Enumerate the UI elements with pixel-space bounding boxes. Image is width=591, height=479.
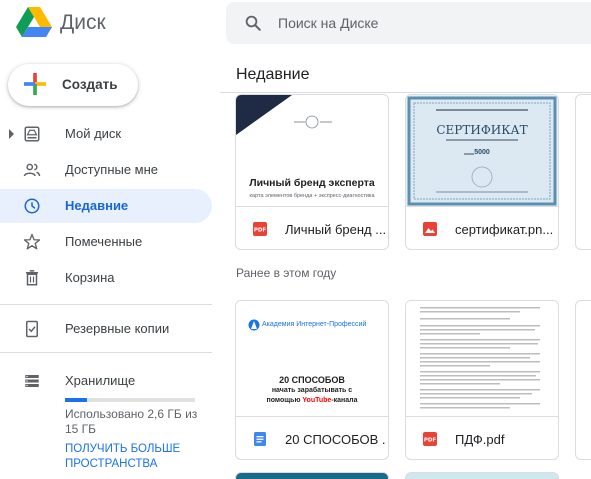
- page-title: Недавние: [236, 66, 310, 83]
- file-card-partial[interactable]: [575, 300, 591, 460]
- thumbnail-subtitle: карта элементов бренда + экспресс-диагно…: [249, 193, 375, 199]
- sidebar-item-my-drive[interactable]: Мой диск: [0, 117, 212, 151]
- get-more-storage-link[interactable]: ПОЛУЧИТЬ БОЛЬШЕ ПРОСТРАНСТВА: [65, 442, 205, 472]
- search-box[interactable]: Поиск на Диске: [226, 2, 591, 44]
- sidebar-item-label: Резервные копии: [65, 321, 170, 336]
- storage-progress-bar: [65, 398, 195, 402]
- search-icon[interactable]: [244, 14, 262, 32]
- storage-icon: [25, 375, 39, 387]
- clock-icon: [24, 198, 40, 214]
- sidebar-item-label: Помеченные: [65, 234, 143, 249]
- academy-brand-text: Академия Интернет-Профессий: [262, 321, 367, 328]
- sidebar-item-label: Хранилище: [65, 373, 136, 388]
- doc-file-icon: [254, 432, 266, 446]
- thumbnail-amount: 5000: [474, 149, 490, 156]
- svg-text:PDF: PDF: [254, 228, 267, 234]
- file-card-20-ways[interactable]: Академия Интернет-Профессий 20 СПОСОБОВ …: [235, 300, 389, 460]
- sidebar-divider: [0, 352, 212, 353]
- trash-icon: [26, 270, 38, 286]
- file-thumbnail[interactable]: Личный бренд эксперта карта элементов бр…: [236, 95, 388, 207]
- app-name[interactable]: Диск: [60, 11, 106, 35]
- file-card-certificate[interactable]: СЕРТИФИКАТ 5000 сертификат.pn...: [405, 94, 559, 250]
- academy-logo-icon: [248, 319, 260, 331]
- file-name: ПДФ.pdf: [455, 432, 505, 447]
- brand-thumbnail-art: [236, 95, 332, 135]
- image-file-icon: [423, 222, 437, 236]
- expand-arrow-icon[interactable]: [9, 129, 14, 139]
- pdf-file-icon: PDF: [253, 222, 267, 236]
- file-name: Личный бренд ...: [285, 222, 385, 237]
- sidebar-item-starred[interactable]: Помеченные: [0, 225, 212, 259]
- drive-icon: [24, 126, 40, 142]
- create-button-label: Создать: [62, 77, 118, 92]
- sidebar-item-label: Доступные мне: [65, 162, 159, 177]
- file-card-pdf[interactable]: PDF ПДФ.pdf: [405, 300, 559, 460]
- sidebar-item-shared[interactable]: Доступные мне: [0, 153, 212, 187]
- backup-icon: [26, 320, 38, 338]
- file-card-partial[interactable]: [235, 472, 389, 479]
- thumbnail-text: -канала: [331, 397, 358, 404]
- section-earlier-this-year: Ранее в этом году: [236, 266, 337, 280]
- sidebar-item-label: Недавние: [65, 198, 129, 213]
- storage-usage-text: Использовано 2,6 ГБ из 15 ГБ: [65, 407, 198, 436]
- file-thumbnail[interactable]: Академия Интернет-Профессий 20 СПОСОБОВ …: [236, 301, 388, 417]
- app-header: Диск Поиск на Диске: [0, 0, 591, 48]
- plus-icon: [24, 73, 46, 95]
- search-input[interactable]: Поиск на Диске: [278, 15, 378, 31]
- google-drive-logo[interactable]: [16, 6, 52, 40]
- storage-progress-fill: [65, 398, 88, 402]
- sidebar-item-label: Корзина: [65, 270, 115, 285]
- text-document-preview: [420, 307, 540, 409]
- youtube-word: YouTube: [302, 397, 332, 404]
- thumbnail-line: начать зарабатывать с: [271, 387, 353, 394]
- file-card-partial[interactable]: [575, 94, 591, 250]
- file-name: сертификат.pn...: [455, 222, 554, 237]
- star-icon: [23, 233, 41, 250]
- thumbnail-title: 20 СПОСОБОВ: [279, 375, 345, 385]
- file-name: 20 СПОСОБОВ ...: [285, 432, 385, 447]
- svg-text:PDF: PDF: [424, 438, 437, 444]
- sidebar-item-trash[interactable]: Корзина: [0, 261, 212, 295]
- shared-people-icon: [23, 163, 41, 177]
- pdf-file-icon: PDF: [423, 432, 437, 446]
- sidebar-item-storage[interactable]: Хранилище: [0, 364, 212, 398]
- thumbnail-text: помощью: [266, 397, 303, 404]
- sidebar-item-recent[interactable]: Недавние: [0, 189, 212, 223]
- file-card-personal-brand[interactable]: Личный бренд эксперта карта элементов бр…: [235, 94, 389, 250]
- thumbnail-title: СЕРТИФИКАТ: [436, 123, 528, 137]
- file-card-partial[interactable]: [405, 472, 559, 479]
- sidebar-divider: [0, 304, 212, 305]
- thumbnail-line: помощью YouTube-канала: [244, 397, 380, 404]
- create-button[interactable]: Создать: [8, 64, 138, 106]
- main-divider: [220, 92, 591, 93]
- thumbnail-title: Личный бренд эксперта: [249, 177, 375, 189]
- sidebar-item-label: Мой диск: [65, 126, 122, 141]
- file-thumbnail[interactable]: [406, 301, 558, 417]
- sidebar-item-backups[interactable]: Резервные копии: [0, 312, 212, 346]
- file-thumbnail[interactable]: СЕРТИФИКАТ 5000: [406, 95, 558, 207]
